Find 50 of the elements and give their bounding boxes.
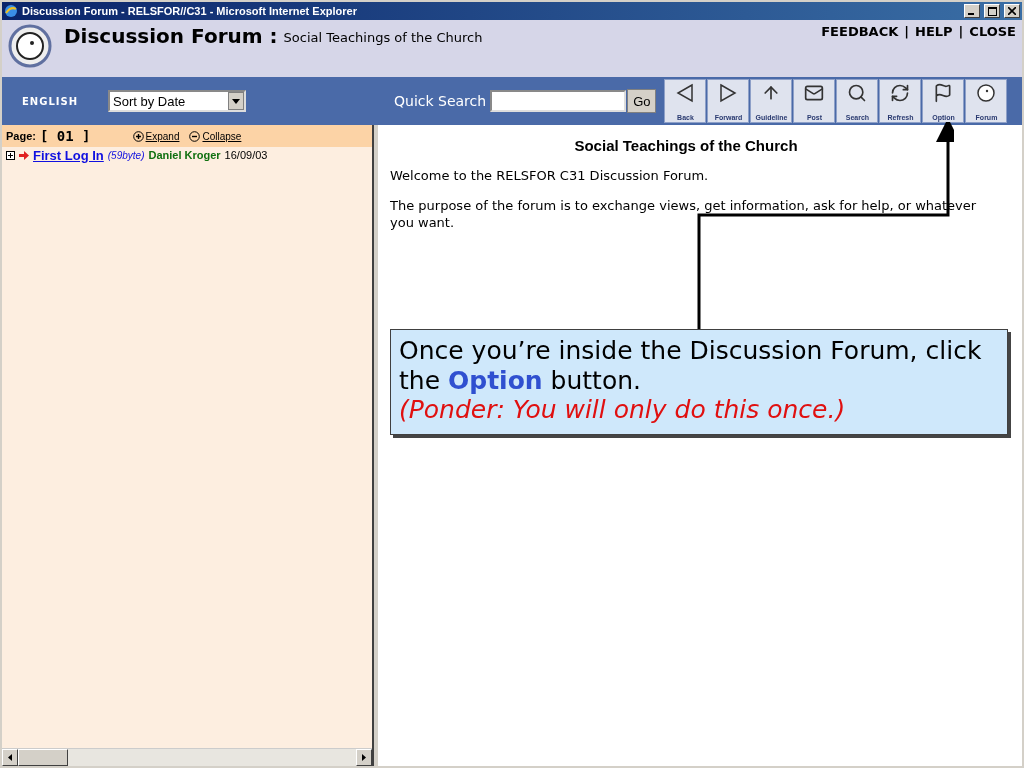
maximize-button[interactable]	[984, 4, 1000, 18]
go-button[interactable]: Go	[627, 89, 657, 113]
minimize-button[interactable]	[964, 4, 980, 18]
close-button[interactable]	[1004, 4, 1020, 18]
expand-link[interactable]: Expand	[132, 130, 180, 142]
left-triangle-icon	[8, 754, 12, 761]
refresh-icon	[890, 83, 911, 103]
link-separator: |	[958, 24, 964, 39]
left-triangle-icon	[676, 83, 695, 103]
page-number: [ 01 ]	[39, 128, 91, 144]
arrow-icon	[19, 150, 29, 160]
caret-icon	[232, 98, 240, 104]
scroll-right-button[interactable]	[356, 749, 372, 766]
thread-date: 16/09/03	[224, 149, 268, 161]
minus-circle-icon	[189, 130, 201, 142]
thread-size: (59byte)	[107, 149, 145, 161]
close-icon	[1008, 7, 1016, 15]
thread-title[interactable]: First Log In	[33, 147, 104, 163]
header-link[interactable]: FEEDBACK	[821, 24, 899, 39]
callout-text: Once you’re inside the Discussion Forum, click the Option button.	[399, 336, 983, 395]
horizontal-scrollbar[interactable]	[2, 748, 372, 766]
link-separator: |	[904, 24, 909, 39]
envelope-icon	[804, 83, 825, 103]
browser-icon	[4, 4, 18, 18]
right-triangle-icon	[362, 754, 366, 761]
window-title: Discussion Forum - RELSFOR//C31 - Microsoft Internet Explorer	[22, 5, 358, 17]
quick-search-field[interactable]	[490, 90, 627, 112]
page-label: Page:	[6, 130, 36, 142]
head-logo-icon	[8, 24, 52, 68]
head-icon	[976, 83, 997, 103]
plus-circle-icon	[132, 130, 144, 142]
header-link[interactable]: CLOSE	[969, 24, 1016, 39]
quick-search-label: Quick Search	[394, 93, 487, 109]
search-icon	[847, 83, 868, 103]
right-triangle-icon	[719, 83, 738, 103]
flag-icon	[933, 83, 954, 103]
thread-author: Daniel Kroger	[148, 149, 221, 161]
scroll-thumb[interactable]	[18, 749, 68, 766]
sort-dropdown[interactable]: Sort by Date	[108, 90, 246, 112]
forum-title: Discussion Forum :	[64, 24, 278, 48]
content-heading: Social Teachings of the Church	[573, 137, 799, 154]
language-link[interactable]: ENGLISH	[22, 95, 108, 107]
expand-box-icon[interactable]	[6, 150, 15, 160]
callout-note: (Ponder: You will only do this once.)	[399, 395, 847, 425]
header-link[interactable]: HELP	[915, 24, 953, 39]
content-paragraph: Welcome to the RELSFOR C31 Discussion Forum.	[390, 168, 710, 185]
forum-subtitle: Social Teachings of the Church	[283, 30, 483, 45]
collapse-link[interactable]: Collapse	[189, 130, 242, 142]
maximize-icon	[987, 6, 997, 16]
scroll-left-button[interactable]	[2, 749, 18, 766]
